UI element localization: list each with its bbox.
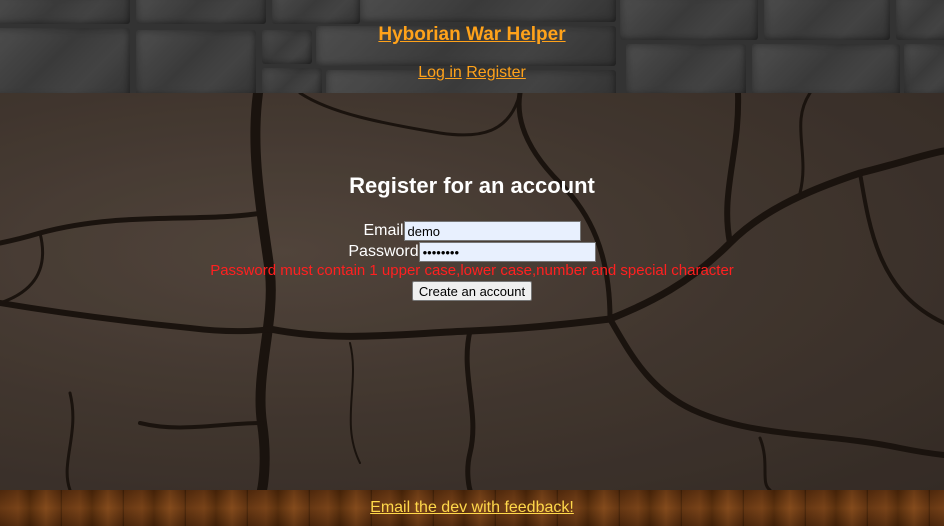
email-label: Email bbox=[363, 222, 404, 239]
submit-row: Create an account bbox=[0, 281, 944, 301]
login-link[interactable]: Log in bbox=[418, 64, 462, 81]
site-title-link[interactable]: Hyborian War Helper bbox=[0, 24, 944, 46]
top-nav: Log in Register bbox=[0, 64, 944, 82]
email-row: Email bbox=[0, 221, 944, 241]
main-content: Register for an account Email Password P… bbox=[0, 93, 944, 490]
create-account-button[interactable]: Create an account bbox=[411, 281, 533, 301]
register-title: Register for an account bbox=[349, 173, 595, 198]
password-field[interactable] bbox=[418, 242, 596, 262]
email-field[interactable] bbox=[403, 221, 581, 241]
register-link[interactable]: Register bbox=[466, 64, 526, 81]
site-footer: Email the dev with feedback! bbox=[0, 490, 944, 526]
password-row: Password bbox=[0, 242, 944, 262]
password-label: Password bbox=[348, 243, 419, 260]
site-header: Hyborian War Helper Log in Register bbox=[0, 0, 944, 93]
feedback-email-link[interactable]: Email the dev with feedback! bbox=[0, 499, 944, 517]
password-error-message: Password must contain 1 upper case,lower… bbox=[210, 262, 734, 279]
